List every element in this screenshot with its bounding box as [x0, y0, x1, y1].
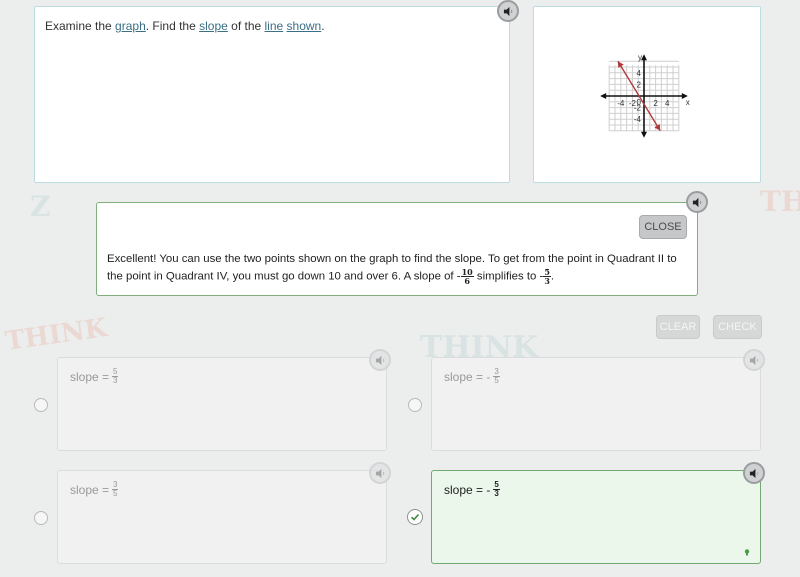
background-doodle: Z: [30, 190, 51, 223]
glossary-link-graph[interactable]: graph: [115, 19, 146, 33]
glossary-link-slope[interactable]: slope: [199, 19, 228, 33]
y-axis-label: y: [638, 53, 642, 62]
fraction-denominator: 6: [464, 276, 470, 286]
option-label: slope =: [70, 482, 110, 497]
speaker-icon: [375, 468, 384, 478]
question-prompt-text: Examine the graph. Find the slope of the…: [45, 19, 325, 33]
option-text: slope = 53: [70, 368, 119, 385]
speaker-icon: [503, 6, 512, 16]
y-axis-arrow-down: [641, 131, 647, 138]
fraction-denominator: 5: [113, 489, 118, 498]
fraction: 53: [112, 368, 119, 385]
feedback-panel: CLOSE Excellent! You can use the two poi…: [96, 202, 698, 296]
answer-option-3[interactable]: slope = 35: [57, 470, 387, 564]
option-radio-1[interactable]: [34, 398, 48, 412]
option-audio-button-1[interactable]: [369, 349, 391, 371]
prompt-audio-button[interactable]: [497, 0, 519, 22]
fraction-denominator: 3: [544, 276, 550, 286]
option-audio-button-2[interactable]: [743, 349, 765, 371]
glossary-link-shown[interactable]: shown: [287, 19, 322, 33]
speaker-icon: [375, 355, 384, 365]
option-label: slope =: [70, 369, 110, 384]
x-axis-label: x: [686, 98, 690, 107]
option-radio-2[interactable]: [408, 398, 422, 412]
option-text: slope = 35: [70, 481, 119, 498]
prompt-text-part: of the: [227, 19, 265, 33]
option-text: slope = -35: [444, 368, 500, 385]
clear-button[interactable]: CLEAR: [656, 315, 700, 339]
glossary-link-line[interactable]: line: [265, 19, 284, 33]
feedback-text-part: Excellent! You can use the two points sh…: [107, 253, 677, 283]
x-tick-label: 2: [653, 99, 658, 108]
fraction: 10 6: [460, 268, 474, 286]
answer-option-2[interactable]: slope = -35: [431, 357, 761, 451]
background-doodle: TH: [760, 185, 800, 218]
fraction: 35: [112, 481, 119, 498]
option-label: slope = -: [444, 482, 491, 497]
lightbulb-icon: [743, 543, 751, 556]
close-button[interactable]: CLOSE: [639, 215, 687, 239]
option-radio-4[interactable]: [407, 509, 423, 525]
fraction-denominator: 3: [494, 489, 499, 498]
checkmark-icon: [410, 513, 420, 521]
feedback-text-part: .: [550, 270, 555, 283]
x-tick-label: 4: [665, 99, 670, 108]
prompt-text-part: Examine the: [45, 19, 116, 33]
graph-card: -4 -2 2 4 4 2 -2 -4 0 x y: [533, 6, 761, 183]
speaker-icon: [749, 468, 758, 478]
option-text: slope = -53: [444, 481, 500, 498]
check-button[interactable]: CHECK: [713, 315, 762, 339]
option-audio-button-3[interactable]: [369, 462, 391, 484]
answer-option-4[interactable]: slope = -53: [431, 470, 761, 564]
background-doodle: THINK: [3, 313, 110, 357]
coordinate-graph: -4 -2 2 442-2-40 xy: [600, 53, 690, 138]
fraction: 53: [493, 481, 500, 498]
y-tick-label: 4: [637, 69, 642, 78]
speaker-icon: [749, 355, 758, 365]
option-audio-button-4[interactable]: [743, 462, 765, 484]
y-tick-label: -4: [634, 115, 642, 124]
answer-option-1[interactable]: slope = 53: [57, 357, 387, 451]
x-axis-arrow-left: [600, 93, 607, 99]
fraction: 35: [493, 368, 500, 385]
x-tick-label: -4: [617, 99, 625, 108]
option-radio-3[interactable]: [34, 511, 48, 525]
prompt-text-part: .: [321, 19, 325, 33]
fraction: 53: [543, 268, 551, 285]
feedback-text-part: simplifies to -: [473, 270, 544, 283]
feedback-audio-button[interactable]: [686, 191, 708, 213]
y-tick-label: 2: [637, 80, 642, 89]
speaker-icon: [692, 197, 701, 207]
question-prompt-card: Examine the graph. Find the slope of the…: [34, 6, 510, 183]
feedback-text: Excellent! You can use the two points sh…: [107, 251, 692, 286]
fraction-denominator: 3: [113, 376, 118, 385]
prompt-text-part: . Find the: [145, 19, 200, 33]
option-label: slope = -: [444, 369, 491, 384]
fraction-denominator: 5: [494, 376, 499, 385]
